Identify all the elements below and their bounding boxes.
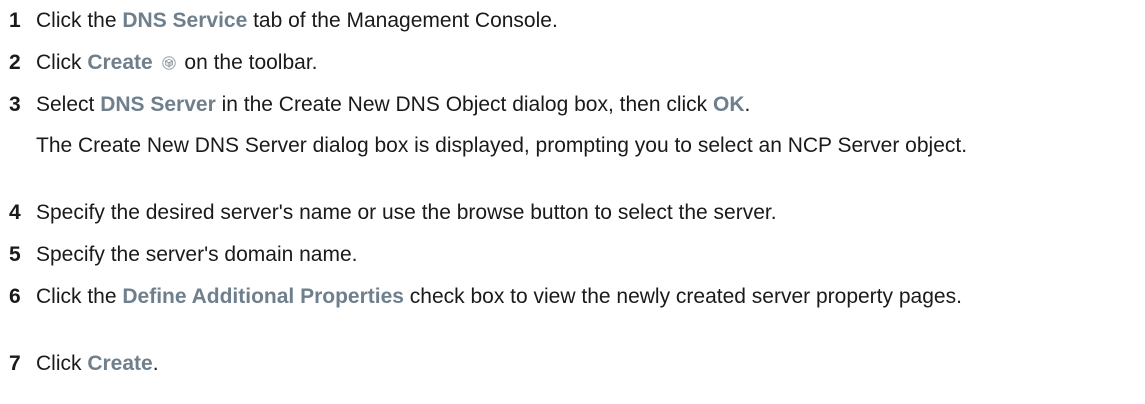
- ui-term-ok: OK: [713, 93, 745, 116]
- step-number: 1: [9, 9, 21, 32]
- create-object-icon: [161, 56, 176, 70]
- step-text: Click the DNS Service tab of the Managem…: [36, 8, 1116, 34]
- step-number: 4: [9, 201, 21, 224]
- step-number: 3: [9, 93, 21, 116]
- procedure-document: 1 Click the DNS Service tab of the Manag…: [0, 0, 1145, 404]
- step-text-post: check box to view the newly created serv…: [403, 285, 962, 308]
- step-text: Click the Define Additional Properties c…: [36, 284, 1116, 310]
- step-text-pre: Select: [36, 93, 101, 116]
- step-text-mid: in the Create New DNS Object dialog box,…: [215, 93, 713, 116]
- step-text: Select DNS Server in the Create New DNS …: [36, 92, 1116, 118]
- step-text-pre: Click the: [36, 9, 123, 32]
- ui-term-dns-server: DNS Server: [100, 93, 216, 116]
- step-2: 2 Click Create on the toolbar.: [0, 50, 1116, 76]
- step-text-pre: Click: [36, 51, 88, 74]
- step-text-post: tab of the Management Console.: [247, 9, 558, 32]
- step-text-post: .: [744, 93, 751, 116]
- ui-term-define-additional-properties: Define Additional Properties: [122, 285, 404, 308]
- step-number: 7: [9, 352, 21, 375]
- step-number: 6: [9, 285, 21, 308]
- ui-term-create: Create: [87, 352, 153, 375]
- step-text-pre: Click the: [36, 285, 123, 308]
- ui-term-dns-service: DNS Service: [122, 9, 248, 32]
- step-number: 2: [9, 51, 21, 74]
- step-5: 5 Specify the server's domain name.: [0, 242, 1116, 268]
- step-7: 7 Click Create.: [0, 351, 1116, 377]
- step-text-post: on the toolbar.: [178, 51, 318, 74]
- step-text: Click Create on the toolbar.: [36, 50, 1116, 76]
- step-text: Specify the server's domain name.: [36, 243, 358, 266]
- ui-term-create: Create: [87, 51, 153, 74]
- step-6: 6 Click the Define Additional Properties…: [0, 284, 1116, 310]
- step-3-result-note: The Create New DNS Server dialog box is …: [36, 134, 968, 157]
- step-text: Specify the desired server's name or use…: [36, 201, 777, 224]
- step-text: Click Create.: [36, 351, 1116, 377]
- step-4: 4 Specify the desired server's name or u…: [0, 200, 1116, 226]
- step-text-pre: Click: [36, 352, 88, 375]
- step-1: 1 Click the DNS Service tab of the Manag…: [0, 8, 1116, 34]
- step-3: 3 Select DNS Server in the Create New DN…: [0, 92, 1116, 118]
- step-number: 5: [9, 243, 21, 266]
- step-text-post: .: [152, 352, 159, 375]
